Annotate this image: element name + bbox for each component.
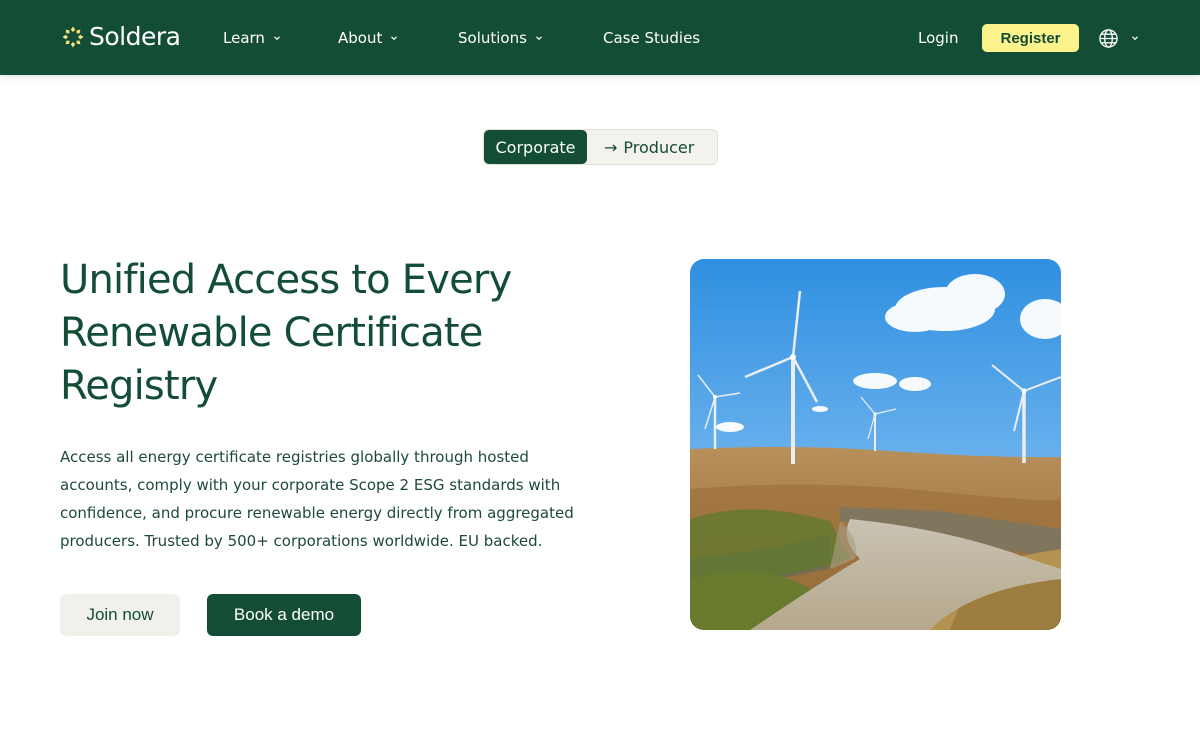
book-demo-button[interactable]: Book a demo — [207, 594, 361, 636]
hero-description: Access all energy certificate registries… — [60, 448, 574, 550]
soldera-logo-icon — [62, 26, 84, 48]
chevron-down-icon — [1132, 36, 1138, 41]
join-now-button[interactable]: Join now — [60, 594, 180, 636]
top-navigation-bar: Soldera Learn About Solutions Case Studi… — [0, 0, 1200, 75]
audience-toggle: Corporate → Producer — [483, 129, 718, 165]
wind-turbines-photo — [690, 259, 1061, 630]
chevron-down-icon — [535, 36, 542, 41]
nav-case-studies-label: Case Studies — [603, 29, 701, 47]
nav-solutions[interactable]: Solutions — [458, 26, 543, 50]
arrow-right-icon: → — [604, 137, 618, 157]
chevron-down-icon — [274, 36, 280, 41]
chevron-down-icon — [391, 36, 398, 41]
nav-case-studies[interactable]: Case Studies — [603, 26, 700, 50]
hero-image-wind-turbines — [690, 259, 1061, 630]
globe-icon — [1099, 28, 1118, 48]
language-selector[interactable] — [1098, 26, 1142, 50]
toggle-producer-label: Producer — [623, 137, 695, 157]
register-button[interactable]: Register — [982, 24, 1079, 52]
hero-title: Unified Access to Every Renewable Certif… — [60, 257, 512, 409]
toggle-producer-option[interactable]: → Producer — [604, 130, 694, 164]
nav-about-label: About — [338, 29, 383, 47]
brand-logo[interactable]: Soldera — [61, 22, 181, 52]
nav-about[interactable]: About — [338, 26, 398, 50]
login-link[interactable]: Login — [918, 26, 958, 50]
nav-learn[interactable]: Learn — [223, 26, 281, 50]
toggle-corporate-option[interactable]: Corporate — [484, 130, 587, 164]
brand-name: Soldera — [89, 22, 181, 51]
nav-learn-label: Learn — [223, 29, 265, 47]
nav-solutions-label: Solutions — [458, 29, 527, 47]
